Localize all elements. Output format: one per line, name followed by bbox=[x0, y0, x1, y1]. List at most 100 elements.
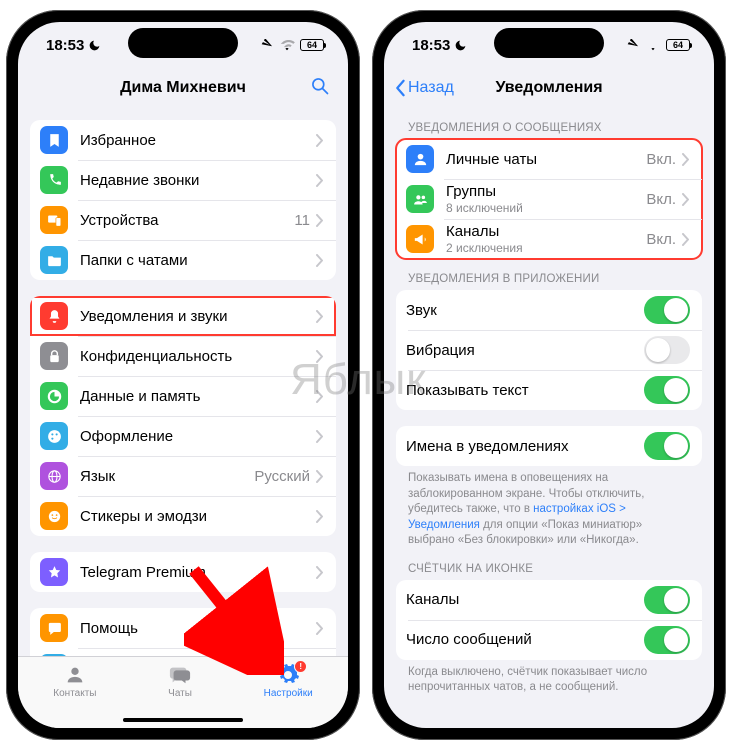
chevron-right-icon bbox=[316, 134, 324, 147]
tab-bar: Контакты Чаты ! Настройки bbox=[18, 656, 348, 728]
toggle-sound[interactable] bbox=[644, 296, 690, 324]
chevron-right-icon bbox=[316, 390, 324, 403]
row-vibrate[interactable]: Вибрация bbox=[396, 330, 702, 370]
row-label: Устройства bbox=[80, 212, 294, 229]
row-sound[interactable]: Звук bbox=[396, 290, 702, 330]
mega-icon bbox=[406, 225, 434, 253]
chevron-right-icon bbox=[682, 193, 690, 206]
navbar: Назад Уведомления bbox=[384, 68, 714, 108]
row-label: Каналы bbox=[446, 223, 646, 240]
row-value: Русский bbox=[254, 468, 310, 485]
status-time: 18:53 bbox=[412, 37, 450, 54]
row-label: Избранное bbox=[80, 132, 316, 149]
devices-icon bbox=[40, 206, 68, 234]
toggle-names[interactable] bbox=[644, 432, 690, 460]
notch bbox=[494, 28, 604, 58]
sticker-icon bbox=[40, 502, 68, 530]
status-time: 18:53 bbox=[46, 37, 84, 54]
row-ch_badge[interactable]: Каналы bbox=[396, 580, 702, 620]
row-stickers[interactable]: Стикеры и эмодзи bbox=[30, 496, 336, 536]
row-channels[interactable]: Каналы2 исключения Вкл. bbox=[396, 219, 702, 259]
row-premium[interactable]: Telegram Premium bbox=[30, 552, 336, 592]
tab-contacts[interactable]: Контакты bbox=[53, 663, 96, 699]
row-privacy[interactable]: Конфиденциальность bbox=[30, 336, 336, 376]
chevron-right-icon bbox=[316, 510, 324, 523]
star-icon bbox=[40, 558, 68, 586]
row-label: Конфиденциальность bbox=[80, 348, 316, 365]
row-help[interactable]: Помощь bbox=[30, 608, 336, 648]
notifications-settings: УВЕДОМЛЕНИЯ О СООБЩЕНИЯХ Личные чаты Вкл… bbox=[384, 108, 714, 728]
search-button[interactable] bbox=[310, 76, 330, 101]
toggle-text[interactable] bbox=[644, 376, 690, 404]
row-groups[interactable]: Группы8 исключений Вкл. bbox=[396, 179, 702, 219]
row-text[interactable]: Показывать текст bbox=[396, 370, 702, 410]
wifi-icon bbox=[645, 40, 661, 51]
chevron-right-icon bbox=[316, 470, 324, 483]
row-private[interactable]: Личные чаты Вкл. bbox=[396, 139, 702, 179]
tab-settings[interactable]: ! Настройки bbox=[264, 663, 313, 699]
row-sublabel: 2 исключения bbox=[446, 241, 646, 255]
contacts-icon bbox=[62, 663, 88, 687]
navbar: Дима Михневич bbox=[18, 68, 348, 108]
phone-left: 18:53 64 Дима Михневич Избранное bbox=[6, 10, 360, 740]
moon-icon bbox=[454, 39, 467, 52]
search-icon bbox=[310, 76, 330, 96]
row-calls[interactable]: Недавние звонки bbox=[30, 160, 336, 200]
battery-indicator: 64 bbox=[666, 39, 690, 51]
row-value: Вкл. bbox=[646, 191, 676, 208]
row-count[interactable]: Число сообщений bbox=[396, 620, 702, 660]
phone-right: 18:53 64 Назад Уведомления УВЕДОМЛЕНИЯ О… bbox=[372, 10, 726, 740]
back-button[interactable]: Назад bbox=[394, 79, 454, 97]
row-label: Помощь bbox=[80, 620, 316, 637]
row-value: Вкл. bbox=[646, 151, 676, 168]
settings-badge: ! bbox=[294, 660, 307, 673]
chevron-right-icon bbox=[316, 430, 324, 443]
row-favorites[interactable]: Избранное bbox=[30, 120, 336, 160]
toggle-vibrate[interactable] bbox=[644, 336, 690, 364]
settings-icon: ! bbox=[275, 663, 301, 687]
chevron-right-icon bbox=[316, 254, 324, 267]
row-label: Личные чаты bbox=[446, 151, 646, 168]
row-label: Имена в уведомлениях bbox=[406, 438, 644, 455]
toggle-count[interactable] bbox=[644, 626, 690, 654]
globe-icon bbox=[40, 462, 68, 490]
row-label: Оформление bbox=[80, 428, 316, 445]
row-label: Вибрация bbox=[406, 342, 644, 359]
row-appearance[interactable]: Оформление bbox=[30, 416, 336, 456]
phone-icon bbox=[40, 166, 68, 194]
row-folders[interactable]: Папки с чатами bbox=[30, 240, 336, 280]
row-data[interactable]: Данные и память bbox=[30, 376, 336, 416]
tab-chats[interactable]: Чаты bbox=[167, 663, 193, 699]
row-names[interactable]: Имена в уведомлениях bbox=[396, 426, 702, 466]
row-label: Стикеры и эмодзи bbox=[80, 508, 316, 525]
row-label: Папки с чатами bbox=[80, 252, 316, 269]
row-label: Telegram Premium bbox=[80, 564, 316, 581]
moon-icon bbox=[88, 39, 101, 52]
bell-icon bbox=[40, 302, 68, 330]
folder-icon bbox=[40, 246, 68, 274]
settings-list: Избранное Недавние звонки Устройства 11 … bbox=[18, 108, 348, 656]
row-devices[interactable]: Устройства 11 bbox=[30, 200, 336, 240]
row-notifications[interactable]: Уведомления и звуки bbox=[30, 296, 336, 336]
chevron-right-icon bbox=[316, 566, 324, 579]
section-footer: Когда выключено, счётчик показывает числ… bbox=[396, 660, 702, 696]
group-icon bbox=[406, 185, 434, 213]
bookmark-icon bbox=[40, 126, 68, 154]
home-indicator bbox=[123, 718, 243, 722]
section-header: СЧЁТЧИК НА ИКОНКЕ bbox=[396, 549, 702, 580]
chevron-right-icon bbox=[682, 233, 690, 246]
row-label: Число сообщений bbox=[406, 631, 644, 648]
airplane-icon bbox=[260, 39, 274, 51]
row-label: Показывать текст bbox=[406, 382, 644, 399]
row-label: Каналы bbox=[406, 591, 644, 608]
lock-icon bbox=[40, 342, 68, 370]
toggle-ch_badge[interactable] bbox=[644, 586, 690, 614]
row-sublabel: 8 исключений bbox=[446, 201, 646, 215]
wifi-icon bbox=[279, 40, 295, 51]
section-footer: Показывать имена в оповещениях на заблок… bbox=[396, 466, 702, 549]
row-faq[interactable]: ? Вопросы о Telegram bbox=[30, 648, 336, 656]
row-label: Данные и память bbox=[80, 388, 316, 405]
row-language[interactable]: Язык Русский bbox=[30, 456, 336, 496]
page-title: Дима Михневич bbox=[120, 79, 246, 97]
page-title: Уведомления bbox=[495, 79, 602, 97]
